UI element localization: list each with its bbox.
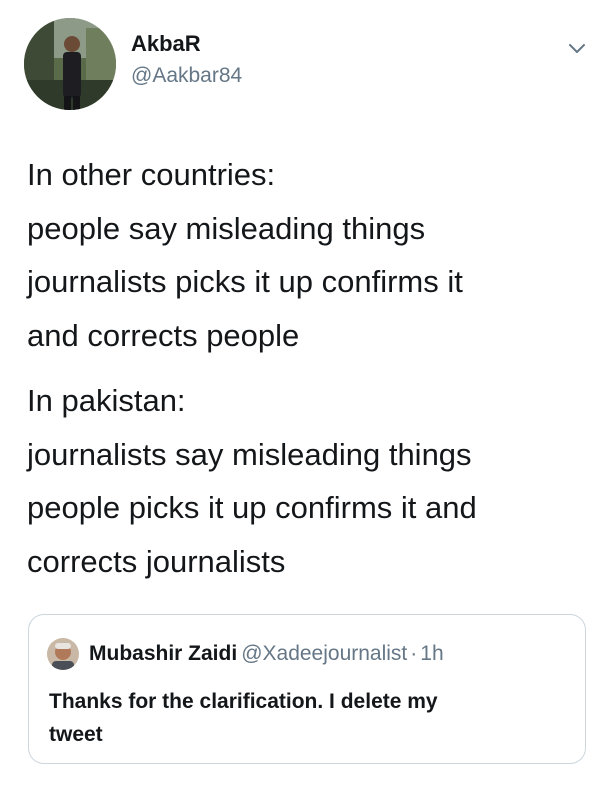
tweet-line: In pakistan: [27, 383, 186, 418]
tweet-line: In other countries: [27, 157, 276, 192]
separator-dot: · [410, 642, 418, 665]
author-avatar[interactable] [24, 18, 116, 110]
tweet-line: corrects journalists [27, 543, 286, 579]
quoted-author-handle[interactable]: @Xadeejournalist [241, 642, 407, 665]
quoted-author-avatar [47, 638, 79, 670]
tweet: AkbaR @Aakbar84 In other countries: peop… [0, 0, 613, 800]
chevron-down-icon[interactable] [566, 38, 588, 60]
profile-photo-icon [24, 18, 116, 110]
tweet-line: and corrects people [27, 317, 300, 353]
tweet-line: journalists picks it up confirms it [27, 264, 463, 299]
tweet-paragraph: In other countries: people say misleadin… [27, 148, 597, 362]
quoted-header: Mubashir Zaidi @Xadeejournalist · 1h [89, 640, 444, 668]
quoted-tweet-line: tweet [49, 723, 103, 746]
tweet-paragraph: In pakistan: journalists say misleading … [27, 374, 597, 588]
quoted-tweet-line: Thanks for the clarification. I delete m… [49, 690, 438, 713]
tweet-text: In other countries: people say misleadin… [27, 148, 597, 588]
quoted-tweet[interactable]: Mubashir Zaidi @Xadeejournalist · 1h Thanks… [28, 614, 586, 764]
quoted-author-name[interactable]: Mubashir Zaidi [89, 642, 237, 665]
quoted-timestamp[interactable]: 1h [420, 642, 443, 665]
author-handle[interactable]: @Aakbar84 [131, 63, 242, 89]
quoted-tweet-text: Thanks for the clarification. I delete m… [49, 685, 569, 751]
tweet-line: people say misleading things [27, 210, 426, 246]
tweet-line: people picks it up confirms it and [27, 490, 477, 525]
tweet-line: journalists say misleading things [27, 436, 472, 472]
author-name[interactable]: AkbaR [131, 31, 201, 57]
profile-photo-icon [47, 638, 79, 670]
